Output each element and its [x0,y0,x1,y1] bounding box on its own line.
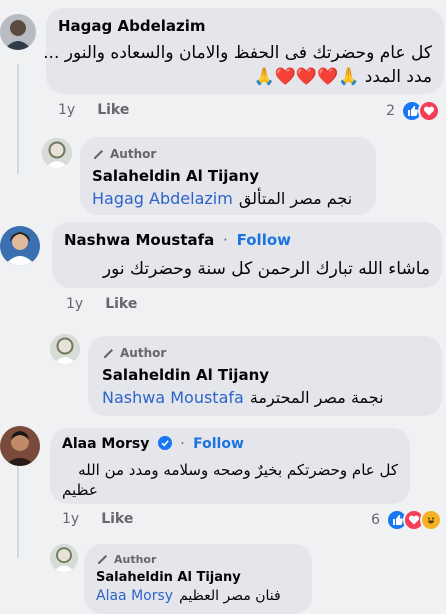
follow-button[interactable]: Follow [193,436,244,452]
separator-dot: · [180,436,185,452]
author-label: Author [120,346,167,360]
comment-bubble: Hagag Abdelazim كل عام وحضرتك فى الحفظ و… [43,8,444,94]
avatar-nashwa[interactable] [0,226,40,266]
commenter-name[interactable]: Nashwa Moustafa [64,231,214,249]
reply-text: فنان مصر العظيم [179,588,281,604]
timestamp[interactable]: 1y [58,102,75,118]
commenter-name[interactable]: Hagag Abdelazim [58,17,432,35]
haha-reaction-icon [420,509,442,531]
author-label: Author [110,147,157,161]
thread-line [17,64,19,174]
commenter-name[interactable]: Salaheldin Al Tijany [92,167,364,185]
timestamp[interactable]: 1y [62,511,79,527]
mention-link[interactable]: Nashwa Moustafa [102,388,244,407]
avatar-photo-icon [0,426,40,466]
timestamp[interactable]: 1y [66,296,83,312]
reaction-count: 6 [371,512,380,528]
like-button[interactable]: Like [97,102,129,118]
avatar-salaheldin[interactable] [42,138,72,168]
comment-text: كل عام وحضرتكم بخيرٌ وصحه وسلامه ومدد من… [78,461,398,479]
follow-button[interactable]: Follow [237,231,291,249]
comment-actions: 1y Like [66,296,137,312]
avatar-hagag[interactable] [0,14,36,50]
commenter-name[interactable]: Alaa Morsy [62,436,149,452]
avatar-salaheldin[interactable] [50,334,80,364]
reactions-summary[interactable]: 2 [386,100,440,122]
pencil-icon [104,349,113,358]
comment-bubble: Nashwa Moustafa · Follow ماشاء الله تبار… [52,222,442,288]
reply-text-row: Hagag Abdelazim نجم مصر المتألق [92,189,364,208]
comment-text: عظيم [62,481,98,499]
avatar-alaa[interactable] [0,426,40,466]
comment-header: Alaa Morsy · Follow [62,436,398,452]
comment-actions: 1y Like [62,511,133,527]
author-label: Author [114,552,157,566]
comment-text: كل عام وحضرتك فى الحفظ والامان والسعاده … [43,43,432,63]
love-reaction-icon [418,100,440,122]
reply-text: نجمة مصر المحترمة [249,388,384,407]
comment-text: ماشاء الله تبارك الرحمن كل سنة وحضرتك نو… [102,259,430,279]
avatar-photo-icon [0,226,40,266]
avatar-salaheldin[interactable] [50,544,78,572]
reply-bubble: Author Salaheldin Al Tijany Nashwa Moust… [88,336,442,416]
author-badge: Author [92,147,364,161]
reaction-count: 2 [386,103,395,119]
avatar-photo-icon [50,544,78,572]
separator-dot: · [223,231,228,249]
comment-bubble: Alaa Morsy · Follow كل عام وحضرتكم بخيرٌ… [50,428,410,504]
reply-bubble: Author Salaheldin Al Tijany Hagag Abdela… [80,137,376,215]
comment-header: Nashwa Moustafa · Follow [64,231,430,249]
commenter-name[interactable]: Salaheldin Al Tijany [102,366,428,384]
avatar-photo-icon [0,14,36,50]
reply-bubble: Author Salaheldin Al Tijany Alaa Morsy ف… [84,544,312,614]
avatar-photo-icon [50,334,80,364]
commenter-name[interactable]: Salaheldin Al Tijany [96,570,300,585]
mention-link[interactable]: Alaa Morsy [96,588,173,604]
pencil-icon [98,555,107,564]
avatar-photo-icon [42,138,72,168]
like-button[interactable]: Like [105,296,137,312]
author-badge: Author [102,346,428,360]
author-badge: Author [96,552,300,566]
mention-link[interactable]: Hagag Abdelazim [92,189,233,208]
comment-actions: 1y Like [58,102,129,118]
comment-text: مدد المدد 🙏❤️❤️❤️🙏 [253,67,432,87]
pencil-icon [94,150,103,159]
reactions-summary[interactable]: 6 [371,509,442,531]
reply-text-row: Alaa Morsy فنان مصر العظيم [96,588,300,604]
like-button[interactable]: Like [101,511,133,527]
verified-badge-icon [157,436,172,450]
reply-text: نجم مصر المتألق [238,189,353,208]
reply-text-row: Nashwa Moustafa نجمة مصر المحترمة [102,388,428,407]
